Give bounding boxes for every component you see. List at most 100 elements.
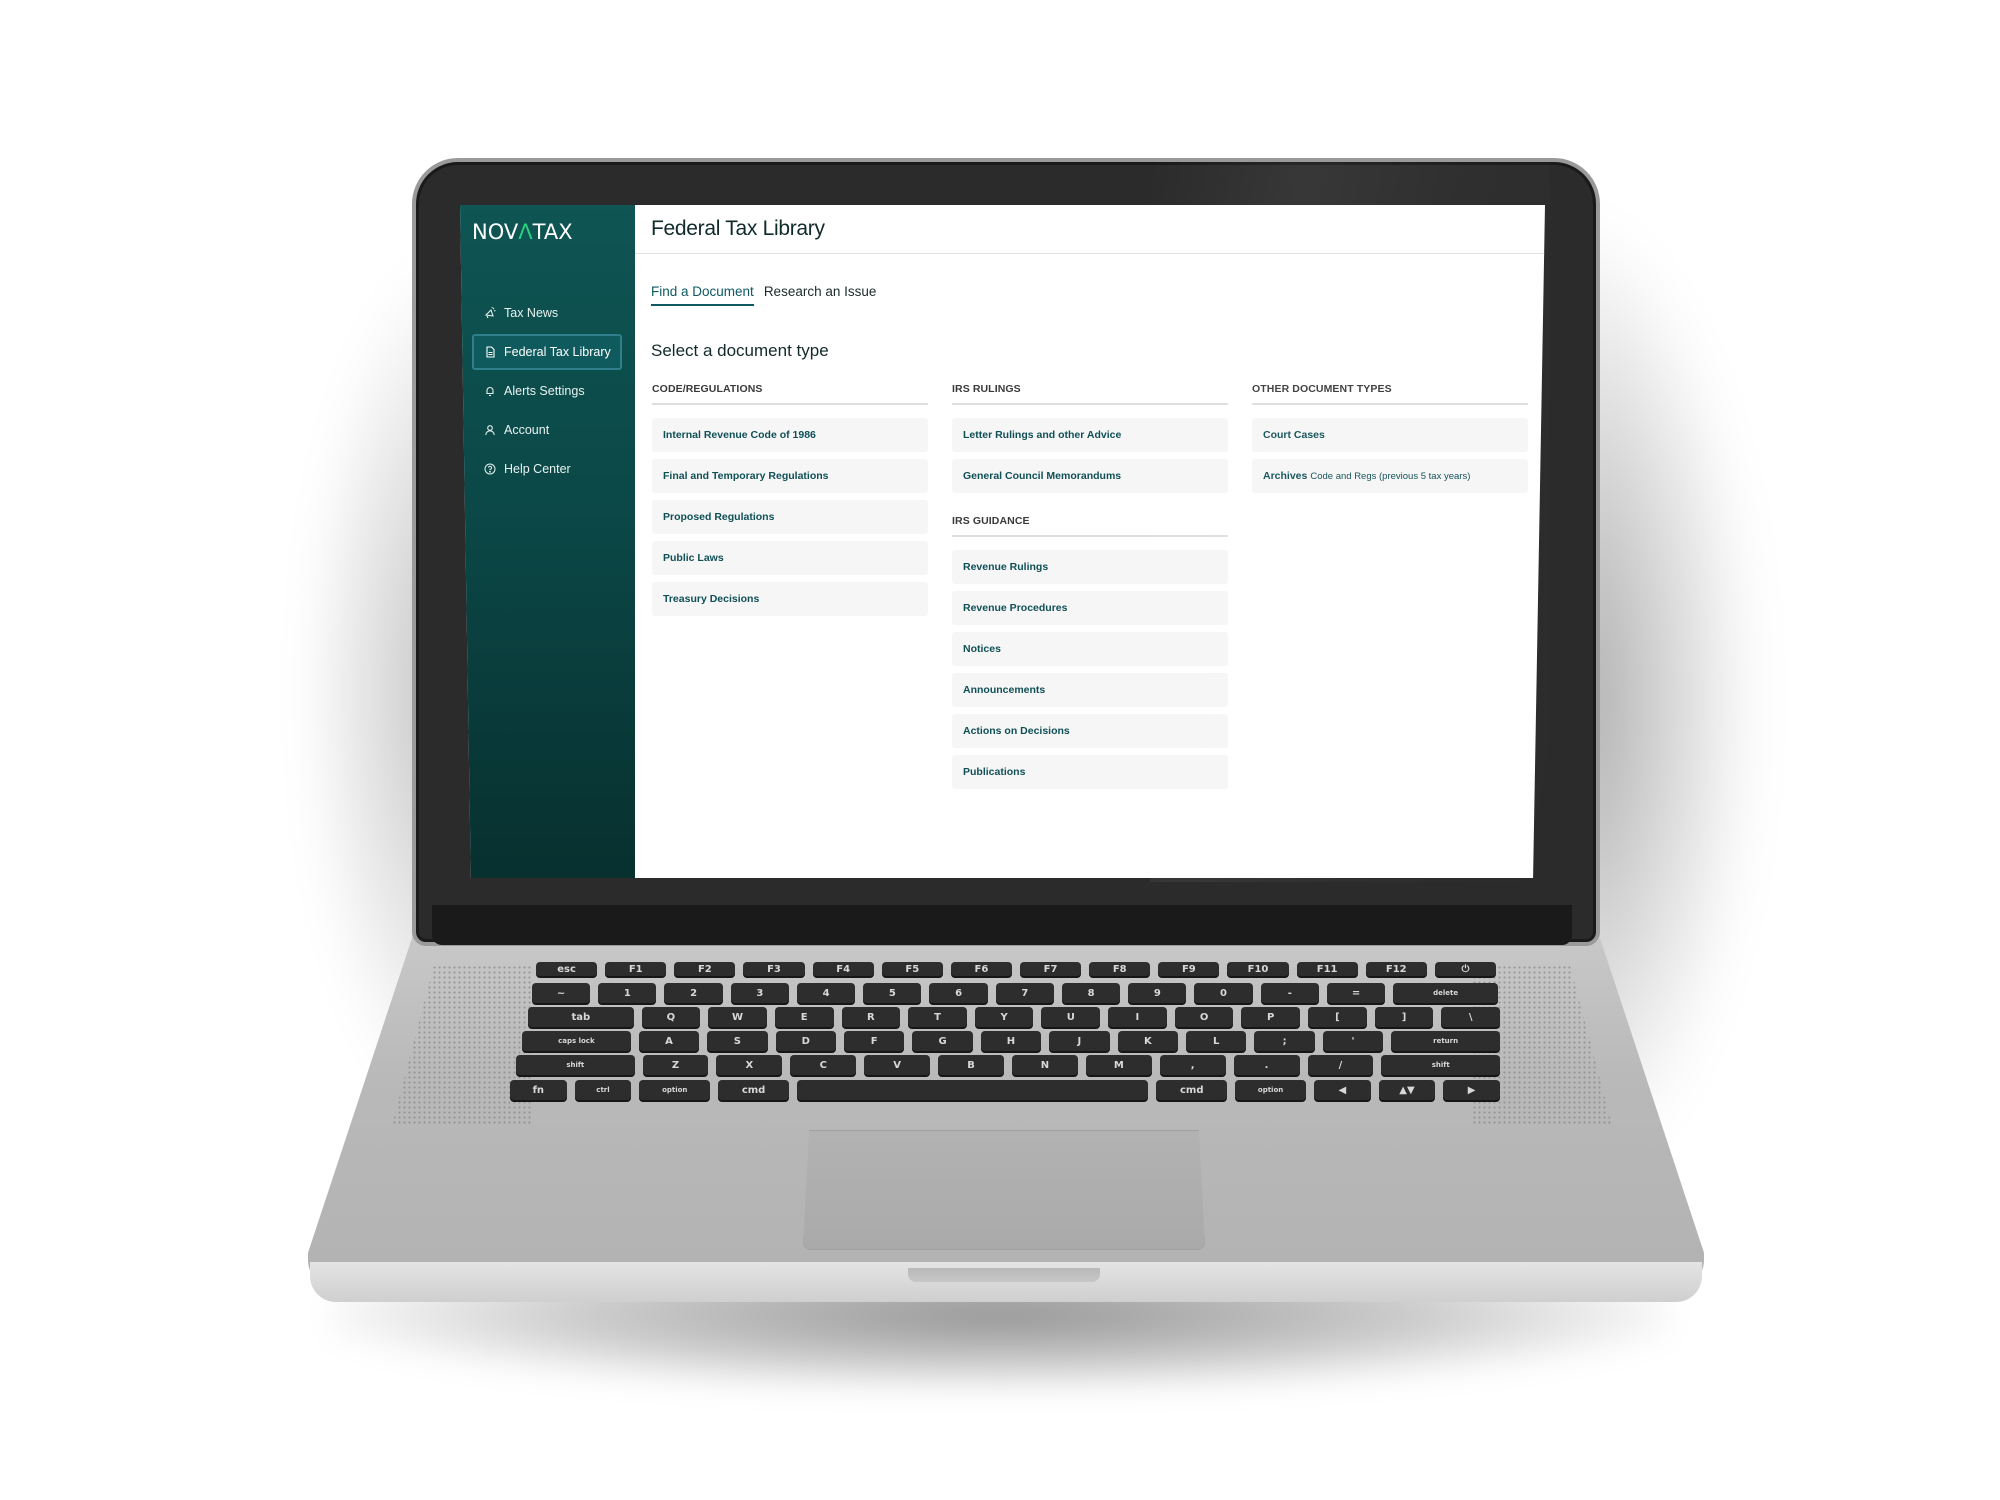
keyboard-key[interactable]: Z (642, 1055, 709, 1075)
keyboard-key[interactable]: N (1012, 1055, 1078, 1075)
keyboard-key[interactable]: 4 (796, 983, 856, 1003)
keyboard-key[interactable]: Q (641, 1007, 701, 1027)
keyboard-key[interactable]: F11 (1296, 962, 1358, 976)
keyboard-key[interactable]: [ (1308, 1007, 1367, 1027)
keyboard-key[interactable]: A (638, 1031, 700, 1051)
sidebar-item-account[interactable]: Account (472, 412, 622, 448)
document-type-actions-on-decisions[interactable]: Actions on Decisions (952, 714, 1228, 748)
keyboard-key[interactable]: 3 (730, 983, 789, 1003)
keyboard-key[interactable]: F (843, 1031, 905, 1051)
keyboard-key[interactable]: S (707, 1031, 768, 1051)
keyboard-key[interactable]: 7 (995, 983, 1054, 1003)
keyboard-key[interactable]: K (1117, 1031, 1179, 1051)
keyboard-key[interactable]: ' (1322, 1031, 1384, 1051)
keyboard-key[interactable]: \ (1441, 1007, 1500, 1027)
keyboard-key[interactable]: J (1049, 1031, 1110, 1051)
keyboard-key[interactable]: O (1174, 1007, 1234, 1027)
keyboard-key[interactable]: cmd (1156, 1080, 1228, 1100)
keyboard-key[interactable]: P (1241, 1007, 1301, 1027)
keyboard-key[interactable]: X (716, 1055, 783, 1075)
keyboard-key[interactable]: D (775, 1031, 836, 1051)
keyboard-key[interactable]: U (1041, 1007, 1101, 1027)
keyboard-key[interactable]: F2 (674, 962, 736, 976)
keyboard-key[interactable]: M (1085, 1055, 1152, 1075)
keyboard-key[interactable]: Y (974, 1007, 1034, 1027)
novatax-logo[interactable]: NOVΛTAX (472, 220, 573, 244)
keyboard-key[interactable]: R (841, 1007, 901, 1027)
keyboard-key[interactable]: 5 (863, 983, 922, 1003)
document-type-revenue-procedures[interactable]: Revenue Procedures (952, 591, 1228, 625)
sidebar-item-help-center[interactable]: Help Center (472, 451, 622, 487)
sidebar-item-tax-news[interactable]: Tax News (472, 295, 622, 331)
keyboard-key[interactable]: 9 (1128, 983, 1187, 1003)
keyboard-key[interactable]: W (708, 1007, 767, 1027)
keyboard-key[interactable]: ctrl (574, 1080, 632, 1100)
keyboard-key[interactable]: ; (1254, 1031, 1315, 1051)
keyboard-key[interactable]: F5 (881, 962, 943, 976)
keyboard-key[interactable]: option (639, 1080, 711, 1100)
keyboard-key[interactable]: ◀ (1314, 1080, 1371, 1100)
keyboard-key[interactable]: return (1391, 1031, 1500, 1051)
keyboard-key[interactable]: V (864, 1055, 931, 1075)
keyboard-key[interactable]: cmd (718, 1080, 789, 1100)
keyboard-key[interactable]: - (1260, 983, 1319, 1003)
keyboard-key[interactable]: F3 (743, 962, 805, 976)
keyboard-key[interactable]: caps lock (522, 1031, 631, 1051)
keyboard-key[interactable]: = (1326, 983, 1386, 1003)
keyboard-key[interactable]: esc (536, 962, 598, 976)
keyboard-key[interactable]: shift (1381, 1055, 1500, 1075)
keyboard-key[interactable]: L (1186, 1031, 1247, 1051)
document-type-general-council-memorandums[interactable]: General Council Memorandums (952, 459, 1228, 493)
keyboard-key[interactable]: ▲▼ (1378, 1080, 1436, 1100)
document-type-letter-rulings-and-other-advice[interactable]: Letter Rulings and other Advice (952, 418, 1228, 452)
keyboard-key[interactable]: B (938, 1055, 1004, 1075)
keyboard-key[interactable]: ▶ (1443, 1080, 1500, 1100)
keyboard-key[interactable]: H (980, 1031, 1042, 1051)
keyboard-key[interactable]: F6 (950, 962, 1012, 976)
keyboard-key[interactable]: delete (1393, 983, 1498, 1003)
keyboard-key[interactable]: 8 (1061, 983, 1121, 1003)
document-type-announcements[interactable]: Announcements (952, 673, 1228, 707)
keyboard-key[interactable]: shift (516, 1055, 635, 1075)
document-type-archives[interactable]: Archives Code and Regs (previous 5 tax ye… (1252, 459, 1528, 493)
trackpad[interactable] (803, 1130, 1205, 1250)
keyboard-key[interactable]: F12 (1365, 962, 1427, 976)
keyboard-key[interactable]: C (790, 1055, 857, 1075)
keyboard-key[interactable]: / (1307, 1055, 1374, 1075)
keyboard-key[interactable]: , (1159, 1055, 1226, 1075)
tab-find-a-document[interactable]: Find a Document (651, 284, 754, 306)
keyboard-key[interactable]: F7 (1020, 962, 1082, 976)
keyboard-key[interactable]: tab (528, 1007, 634, 1027)
keyboard-key[interactable]: 1 (598, 983, 657, 1003)
document-type-proposed-regulations[interactable]: Proposed Regulations (652, 500, 928, 534)
keyboard-key[interactable]: option (1235, 1080, 1306, 1100)
keyboard-key[interactable]: F10 (1227, 962, 1289, 976)
keyboard-key[interactable]: ⏻ (1434, 962, 1496, 976)
keyboard-key[interactable]: F9 (1158, 962, 1220, 976)
document-type-notices[interactable]: Notices (952, 632, 1228, 666)
keyboard-key[interactable]: 2 (664, 983, 723, 1003)
keyboard-key[interactable]: I (1108, 1007, 1167, 1027)
document-type-court-cases[interactable]: Court Cases (1252, 418, 1528, 452)
document-type-revenue-rulings[interactable]: Revenue Rulings (952, 550, 1228, 584)
sidebar-item-alerts-settings[interactable]: Alerts Settings (472, 373, 622, 409)
keyboard-key[interactable]: ] (1374, 1007, 1434, 1027)
keyboard-key[interactable]: 6 (929, 983, 988, 1003)
keyboard-key[interactable]: E (774, 1007, 834, 1027)
document-type-internal-revenue-code-of-1986[interactable]: Internal Revenue Code of 1986 (652, 418, 928, 452)
document-type-publications[interactable]: Publications (952, 755, 1228, 789)
keyboard-key[interactable]: G (912, 1031, 973, 1051)
document-type-public-laws[interactable]: Public Laws (652, 541, 928, 575)
keyboard-key[interactable]: T (908, 1007, 967, 1027)
keyboard-key[interactable]: fn (510, 1080, 567, 1100)
sidebar-item-federal-tax-library[interactable]: Federal Tax Library (472, 334, 622, 370)
keyboard-key[interactable]: ~ (532, 983, 591, 1003)
keyboard-key[interactable]: 0 (1194, 983, 1253, 1003)
keyboard-key[interactable]: F1 (605, 962, 667, 976)
keyboard-key[interactable]: F8 (1089, 962, 1151, 976)
keyboard-key[interactable]: . (1233, 1055, 1300, 1075)
document-type-treasury-decisions[interactable]: Treasury Decisions (652, 582, 928, 616)
tab-research-an-issue[interactable]: Research an Issue (764, 284, 877, 306)
keyboard-key[interactable] (797, 1080, 1149, 1100)
keyboard-key[interactable]: F4 (812, 962, 874, 976)
